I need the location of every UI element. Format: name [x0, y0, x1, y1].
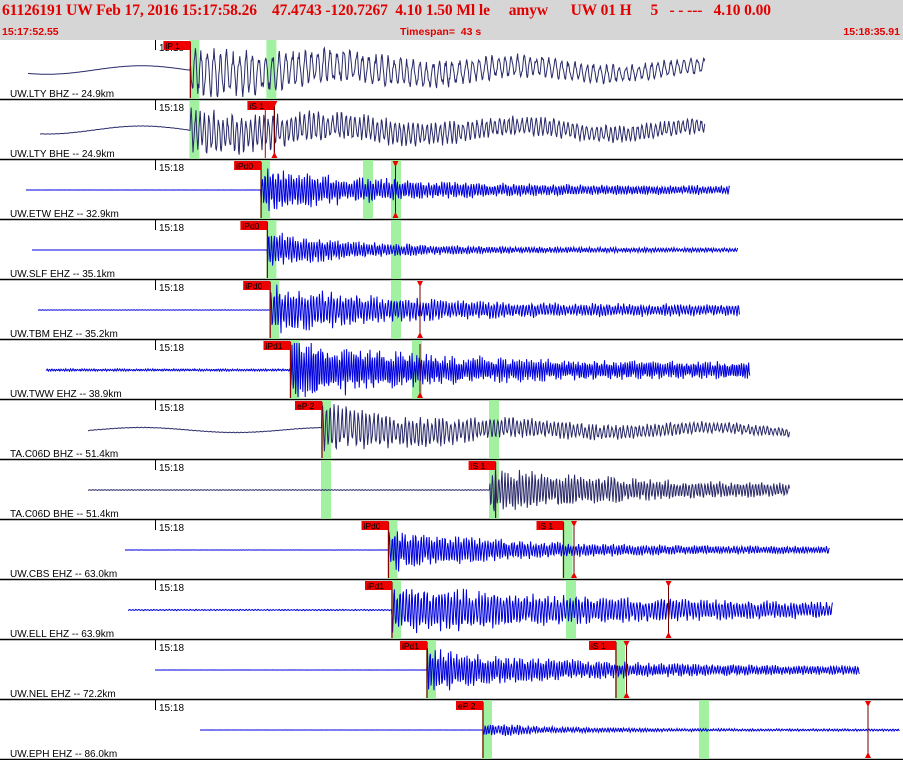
trace-row[interactable]: 15:18 iS 1 UW.LTY BHE -- 24.9km [0, 100, 903, 161]
waveform[interactable] [199, 724, 900, 737]
waveform[interactable] [32, 232, 739, 266]
station-label: UW.ELL EHZ -- 63.9km [10, 629, 114, 640]
station-label: UW.TWW EHZ -- 38.9km [10, 389, 122, 400]
minute-label: 15:18 [159, 523, 184, 534]
pick-label: eP 2 [297, 401, 315, 411]
waveform[interactable] [88, 469, 790, 512]
minute-label: 15:18 [159, 583, 184, 594]
station-label: TA.C06D BHZ -- 51.4km [10, 449, 118, 460]
trace-row[interactable]: 15:18 iPd1 UW.ELL EHZ -- 63.9km [0, 580, 903, 641]
pick-label: iS 1 [591, 641, 606, 651]
minute-label: 15:18 [159, 343, 184, 354]
amp-marker-bottom[interactable] [417, 332, 423, 338]
amp-marker-top[interactable] [665, 581, 672, 587]
pick-label: eP 2 [458, 701, 476, 711]
pick-label: iPd0 [236, 161, 253, 171]
waveform[interactable] [27, 46, 706, 98]
seismogram-panel[interactable]: 15:18 iP 1 UW.LTY BHZ -- 24.9km 15:18 iS 1 UW… [0, 40, 903, 760]
pick-label: iPd0 [242, 221, 259, 231]
station-label: UW.CBS EHZ -- 63.0km [10, 569, 117, 580]
waveform[interactable] [87, 404, 790, 452]
pick-label: iS 1 [539, 521, 554, 531]
pick-label: iPd1 [367, 581, 384, 591]
waveform[interactable] [40, 107, 706, 155]
trace-row[interactable]: 15:18 iPd1 iS 1 UW.NEL EHZ -- 72.2km [0, 640, 903, 701]
station-label: TA.C06D BHE -- 51.4km [10, 509, 119, 520]
header-bar: 61126191 UW Feb 17, 2016 15:17:58.26 47.… [0, 0, 903, 40]
waveform[interactable] [45, 342, 751, 398]
station-label: UW.LTY BHE -- 24.9km [10, 149, 115, 160]
minute-label: 15:18 [159, 223, 184, 234]
trace-row[interactable]: 15:18 eP 2 UW.EPH EHZ -- 86.0km [0, 700, 903, 760]
trace-row[interactable]: 15:18 iPd0 UW.ETW EHZ -- 32.9km [0, 160, 903, 221]
end-time-label: 15:18:35.91 [843, 26, 900, 38]
waveform[interactable] [128, 588, 833, 634]
station-label: UW.LTY BHZ -- 24.9km [10, 89, 114, 100]
trace-row[interactable]: 15:18 iPd0 iS 1 UW.CBS EHZ -- 63.0km [0, 520, 903, 581]
station-label: UW.EPH EHZ -- 86.0km [10, 749, 117, 760]
pick-label: iPd1 [266, 341, 283, 351]
amp-marker-bottom[interactable] [271, 152, 278, 158]
trace-row[interactable]: 15:18 iPd1 UW.TWW EHZ -- 38.9km [0, 340, 903, 401]
pick-window[interactable] [489, 400, 499, 459]
trace-row[interactable]: 15:18iP 1UW.LTY BHZ -- 24.9km [0, 40, 903, 101]
station-label: UW.NEL EHZ -- 72.2km [10, 689, 116, 700]
event-title: 61126191 UW Feb 17, 2016 15:17:58.26 47.… [2, 2, 771, 19]
minute-label: 15:18 [159, 103, 184, 114]
waveform[interactable] [26, 168, 731, 212]
minute-label: 15:18 [159, 703, 184, 714]
waveform[interactable] [124, 531, 830, 572]
minute-label: 15:18 [159, 283, 184, 294]
traces-canvas[interactable]: 15:18 iP 1 UW.LTY BHZ -- 24.9km 15:18 iS 1 UW… [0, 40, 903, 760]
station-label: UW.ETW EHZ -- 32.9km [10, 209, 119, 220]
amp-marker-bottom[interactable] [865, 752, 871, 758]
station-label: UW.TBM EHZ -- 35.2km [10, 329, 118, 340]
minute-label: 15:18 [159, 403, 184, 414]
timespan-label: Timespan= 43 s [400, 26, 482, 38]
trace-row[interactable]: 15:18 iPd0 UW.SLF EHZ -- 35.1km [0, 220, 903, 281]
pick-label: iP 1 [165, 41, 180, 51]
pick-label: iPd0 [364, 521, 381, 531]
amp-marker-top[interactable] [417, 281, 423, 287]
amp-marker-top[interactable] [865, 701, 871, 707]
start-time-label: 15:17:52.55 [2, 26, 59, 38]
minute-label: 15:18 [159, 643, 184, 654]
waveform[interactable] [37, 284, 740, 334]
pick-label: iPd1 [402, 641, 419, 651]
trace-row[interactable]: 15:18 iS 1 TA.C06D BHE -- 51.4km [0, 460, 903, 521]
waveform[interactable] [155, 648, 860, 691]
pick-label: iS 1 [471, 461, 486, 471]
trace-row[interactable]: 15:18 iPd0 UW.TBM EHZ -- 35.2km [0, 280, 903, 341]
station-label: UW.SLF EHZ -- 35.1km [10, 269, 115, 280]
amp-marker-bottom[interactable] [665, 632, 672, 638]
minute-label: 15:18 [159, 463, 184, 474]
trace-row[interactable]: 15:18 eP 2 TA.C06D BHZ -- 51.4km [0, 400, 903, 461]
pick-label: iPd0 [245, 281, 262, 291]
pick-label: iS 1 [249, 101, 264, 111]
minute-label: 15:18 [159, 163, 184, 174]
